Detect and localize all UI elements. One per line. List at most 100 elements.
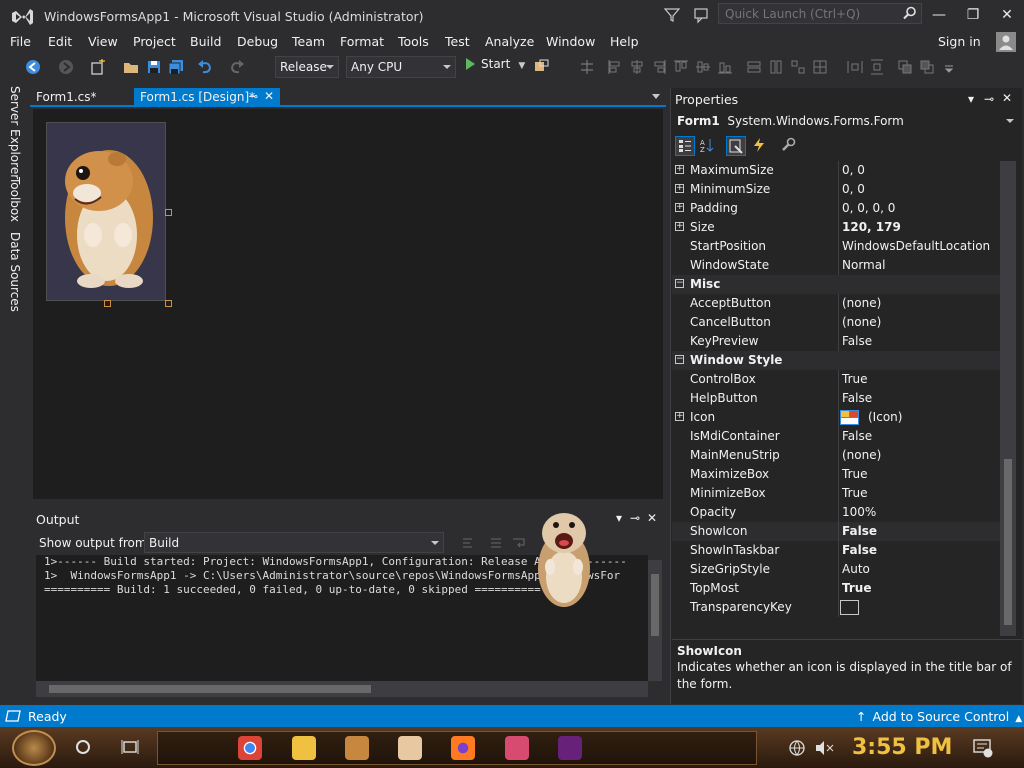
menu-team[interactable]: Team <box>292 34 325 49</box>
chrome-icon[interactable] <box>238 736 262 760</box>
properties-view-icon[interactable] <box>726 136 746 156</box>
object-selector[interactable]: Form1 System.Windows.Forms.Form <box>674 112 1020 131</box>
menu-debug[interactable]: Debug <box>237 34 278 49</box>
property-category[interactable]: − Misc <box>672 275 1000 294</box>
categorized-icon[interactable] <box>675 136 695 156</box>
property-row[interactable]: HelpButton False <box>672 389 1000 408</box>
property-value[interactable]: 0, 0 <box>842 182 865 196</box>
output-close-icon[interactable]: ✕ <box>647 511 657 525</box>
menu-window[interactable]: Window <box>546 34 595 49</box>
property-row[interactable]: TopMost True <box>672 579 1000 598</box>
quick-launch-input[interactable] <box>719 4 897 23</box>
menu-project[interactable]: Project <box>133 34 176 49</box>
tab-form1-code[interactable]: Form1.cs* <box>30 88 130 107</box>
property-row[interactable]: IsMdiContainer False <box>672 427 1000 446</box>
property-category[interactable]: − Window Style <box>672 351 1000 370</box>
xd-app-icon[interactable] <box>398 736 422 760</box>
menu-format[interactable]: Format <box>340 34 384 49</box>
restore-button[interactable]: ❐ <box>956 0 990 30</box>
property-row[interactable]: MinimizeBox True <box>672 484 1000 503</box>
sign-in-link[interactable]: Sign in <box>938 34 981 49</box>
alphabetical-icon[interactable]: AZ <box>698 136 718 156</box>
color-swatch-icon[interactable] <box>840 600 859 615</box>
output-source-dropdown[interactable]: Build <box>144 532 444 553</box>
filter-icon[interactable] <box>663 6 681 24</box>
tab-form1-design[interactable]: Form1.cs [Design]* ⊸ ✕ <box>134 88 280 107</box>
scroll-thumb[interactable] <box>1004 459 1012 625</box>
property-value[interactable]: True <box>842 581 871 595</box>
property-value[interactable]: 100% <box>842 505 876 519</box>
property-row-selected[interactable]: ShowIcon False <box>672 522 1000 541</box>
align-left-icon[interactable] <box>606 58 624 76</box>
toolbox-tab[interactable]: Toolbox <box>8 177 22 222</box>
properties-close-icon[interactable]: ✕ <box>1002 91 1012 105</box>
search-icon[interactable] <box>903 6 917 20</box>
expand-icon[interactable]: + <box>675 184 684 193</box>
property-value[interactable]: 0, 0 <box>842 163 865 177</box>
align-bottom-icon[interactable] <box>716 58 734 76</box>
property-row[interactable]: + Size 120, 179 <box>672 218 1000 237</box>
property-value[interactable]: WindowsDefaultLocation <box>842 239 990 253</box>
paint-app-icon[interactable] <box>505 736 529 760</box>
property-value[interactable]: (none) <box>842 296 881 310</box>
align-right-icon[interactable] <box>650 58 668 76</box>
expand-icon[interactable]: + <box>675 165 684 174</box>
find-message-icon[interactable] <box>460 534 478 552</box>
visual-studio-taskbar-icon[interactable] <box>558 736 582 760</box>
align-middle-icon[interactable] <box>694 58 712 76</box>
expand-icon[interactable]: + <box>675 412 684 421</box>
property-value[interactable]: Normal <box>842 258 885 272</box>
property-row[interactable]: SizeGripStyle Auto <box>672 560 1000 579</box>
property-pages-icon[interactable] <box>780 136 800 156</box>
firefox-icon[interactable] <box>451 736 475 760</box>
scroll-thumb[interactable] <box>49 685 371 693</box>
menu-tools[interactable]: Tools <box>398 34 429 49</box>
clear-all-icon[interactable] <box>488 534 506 552</box>
property-value[interactable]: False <box>842 334 872 348</box>
property-value[interactable]: True <box>842 486 868 500</box>
form-preview[interactable] <box>46 122 166 301</box>
data-sources-tab[interactable]: Data Sources <box>8 232 22 312</box>
align-center-icon[interactable] <box>628 58 646 76</box>
property-value[interactable]: 120, 179 <box>842 220 901 234</box>
properties-dropdown-icon[interactable]: ▾ <box>968 92 974 106</box>
output-pin-icon[interactable]: ⊸ <box>630 511 640 525</box>
save-icon[interactable] <box>145 58 163 76</box>
align-grid-icon[interactable] <box>578 58 596 76</box>
expand-icon[interactable]: + <box>675 222 684 231</box>
property-row[interactable]: + Padding 0, 0, 0, 0 <box>672 199 1000 218</box>
new-project-icon[interactable] <box>89 58 107 76</box>
menu-analyze[interactable]: Analyze <box>485 34 534 49</box>
collapse-icon[interactable]: − <box>675 355 684 364</box>
menu-edit[interactable]: Edit <box>48 34 72 49</box>
hamster-app-icon[interactable] <box>345 736 369 760</box>
chevron-down-icon[interactable] <box>652 94 660 99</box>
align-top-icon[interactable] <box>672 58 690 76</box>
notification-icon[interactable] <box>972 738 994 758</box>
horizontal-spacing-icon[interactable] <box>846 58 864 76</box>
file-explorer-icon[interactable] <box>292 736 316 760</box>
pin-icon[interactable]: ⊸ <box>249 90 258 103</box>
property-value[interactable]: False <box>842 429 872 443</box>
events-icon[interactable] <box>750 136 770 156</box>
output-vertical-scrollbar[interactable] <box>648 560 662 681</box>
quick-launch-box[interactable] <box>718 3 922 24</box>
output-dropdown-icon[interactable]: ▾ <box>616 511 622 525</box>
toolbar-options-icon[interactable] <box>940 58 958 76</box>
configuration-dropdown[interactable]: Release <box>275 56 339 78</box>
resize-handle[interactable] <box>165 209 172 216</box>
property-row[interactable]: ControlBox True <box>672 370 1000 389</box>
property-value[interactable]: (none) <box>842 315 881 329</box>
resize-handle[interactable] <box>104 300 111 307</box>
search-icon[interactable] <box>76 740 90 754</box>
feedback-icon[interactable] <box>693 6 711 24</box>
property-value[interactable]: Auto <box>842 562 870 576</box>
open-folder-icon[interactable] <box>122 58 140 76</box>
make-same-width-icon[interactable] <box>745 58 763 76</box>
taskbar-clock[interactable]: 3:55 PM <box>852 735 952 760</box>
properties-vertical-scrollbar[interactable] <box>1000 161 1016 636</box>
property-value[interactable]: False <box>842 543 877 557</box>
bring-to-front-icon[interactable] <box>896 58 914 76</box>
property-value[interactable]: False <box>842 524 877 538</box>
property-row[interactable]: TransparencyKey <box>672 598 1000 617</box>
